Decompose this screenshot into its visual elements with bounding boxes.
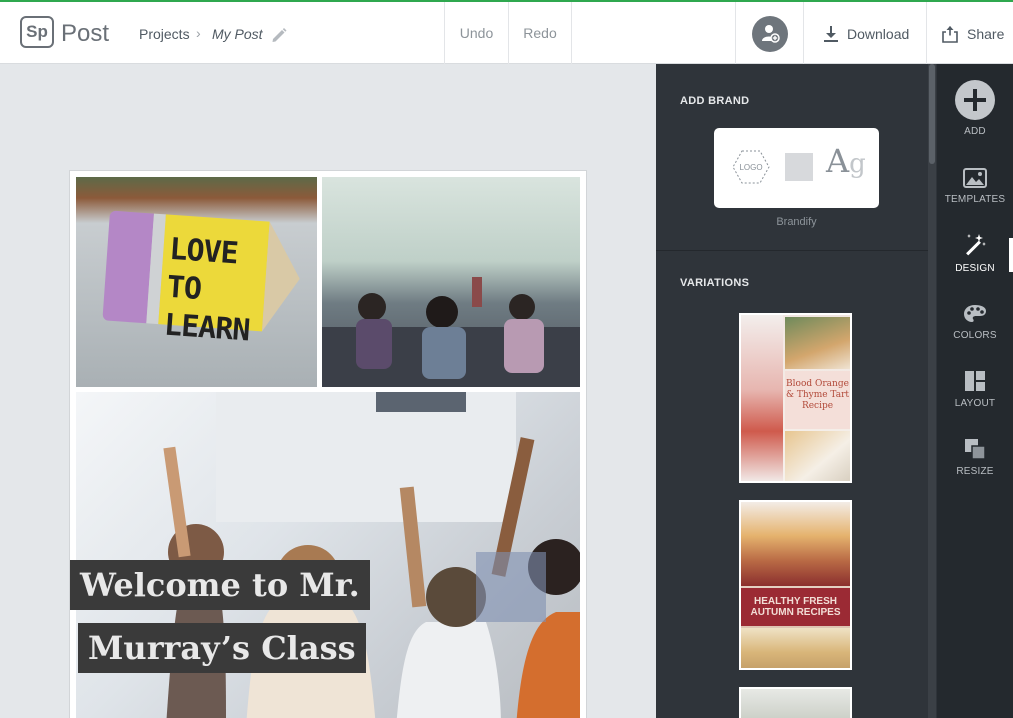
brand-font-sample: Ag: [826, 142, 866, 180]
undo-button[interactable]: Undo: [444, 2, 508, 64]
app-logo[interactable]: Sp: [20, 16, 54, 48]
top-bar: Sp Post Projects › My Post Undo Redo Dow…: [0, 0, 1013, 64]
pencil-sign-text: LOVE TO LEARN: [162, 231, 251, 349]
rail-add-button[interactable]: ADD: [937, 80, 1013, 137]
photo-classroom[interactable]: [322, 177, 580, 387]
variations-heading: VARIATIONS: [680, 277, 750, 289]
logo-placeholder-icon: LOGO: [732, 150, 770, 184]
panel-scrollbar-thumb[interactable]: [929, 64, 935, 164]
headline-line-2[interactable]: Murray’s Class: [78, 623, 366, 673]
rail-layout-label: LAYOUT: [954, 398, 996, 409]
invite-collaborator-area: [735, 2, 804, 64]
add-brand-heading: ADD BRAND: [680, 95, 750, 107]
rail-resize-label: RESIZE: [956, 466, 994, 477]
plus-circle-icon: [955, 80, 995, 120]
rail-colors-button[interactable]: COLORS: [937, 304, 1013, 341]
svg-text:LOGO: LOGO: [739, 163, 762, 172]
share-button[interactable]: Share: [928, 2, 1013, 64]
share-label: Share: [967, 26, 1005, 42]
download-label: Download: [847, 26, 910, 42]
post-design[interactable]: LOVE TO LEARN Welcome to Mr. Murray’s Cl…: [69, 170, 587, 718]
invite-collaborator-button[interactable]: [752, 16, 788, 52]
download-icon: [824, 26, 838, 42]
variation-thumbnail[interactable]: HEALTHY FRESH AUTUMN RECIPES: [739, 500, 852, 670]
share-icon: [942, 26, 958, 43]
app-root: Sp Post Projects › My Post Undo Redo Dow…: [0, 0, 1013, 718]
panel-divider: [656, 250, 928, 251]
add-person-icon: [762, 25, 780, 43]
brandify-label: Brandify: [776, 216, 817, 228]
image-icon: [963, 168, 987, 188]
panel-scrollbar[interactable]: [928, 64, 936, 718]
variation-thumbnail[interactable]: Blood Orange & Thyme Tart Recipe: [739, 313, 852, 483]
redo-button[interactable]: Redo: [508, 2, 572, 64]
rail-layout-button[interactable]: LAYOUT: [937, 370, 1013, 409]
rail-design-button[interactable]: DESIGN: [937, 233, 1013, 274]
rail-templates-button[interactable]: TEMPLATES: [937, 168, 1013, 205]
app-name: Post: [61, 20, 110, 47]
variation-thumbnail[interactable]: [739, 687, 852, 718]
headline-line-1[interactable]: Welcome to Mr.: [70, 560, 370, 610]
rail-resize-button[interactable]: RESIZE: [937, 438, 1013, 477]
brandify-card[interactable]: LOGO Ag: [714, 128, 879, 208]
rail-colors-label: COLORS: [953, 330, 997, 341]
resize-icon: [965, 439, 986, 460]
variation-title: HEALTHY FRESH AUTUMN RECIPES: [750, 596, 841, 618]
layout-icon: [965, 371, 985, 391]
pencil-edit-icon[interactable]: [270, 26, 288, 44]
breadcrumb-separator: ›: [196, 25, 201, 41]
rail-active-indicator: [1009, 238, 1013, 272]
rail-templates-label: TEMPLATES: [944, 194, 1006, 205]
rail-design-label: DESIGN: [955, 263, 995, 274]
pencil-sign-illustration: LOVE TO LEARN: [102, 210, 304, 348]
photo-pencil-sign[interactable]: LOVE TO LEARN: [76, 177, 317, 387]
rail-add-label: ADD: [964, 126, 986, 137]
design-canvas-area[interactable]: LOVE TO LEARN Welcome to Mr. Murray’s Cl…: [0, 64, 656, 718]
download-button[interactable]: Download: [804, 2, 927, 64]
brand-color-swatch: [785, 153, 813, 181]
variation-title: Blood Orange & Thyme Tart Recipe: [785, 379, 850, 411]
classroom-students-illustration: [322, 277, 580, 387]
brand-font-sample-a: A: [826, 142, 850, 180]
magic-wand-icon: [966, 234, 986, 256]
brand-font-sample-g: g: [849, 149, 866, 179]
breadcrumb-projects-link[interactable]: Projects: [139, 26, 190, 42]
project-name[interactable]: My Post: [212, 26, 263, 42]
palette-icon: [964, 305, 986, 322]
